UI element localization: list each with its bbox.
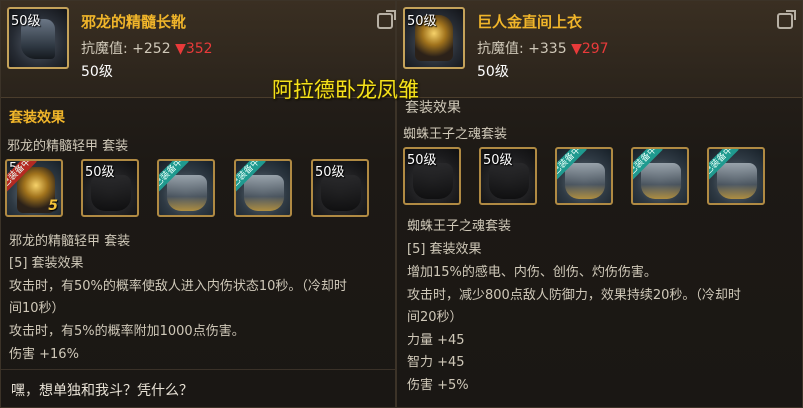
left-set-slot-1[interactable]: 5 已装备中 5 xyxy=(5,159,63,217)
left-item-tooltip: 50级 邪龙的精髓长靴 抗魔值: +252 ▼352 50级 套装效果 邪龙的精… xyxy=(0,0,396,408)
armor-piece-icon xyxy=(717,163,757,199)
left-effect-line-1: [5] 套装效果 xyxy=(9,256,84,271)
right-set-header: 蜘蛛王子之魂套装 xyxy=(403,127,508,142)
left-stat-up: +252 xyxy=(132,41,171,57)
left-stat-down: ▼352 xyxy=(175,41,213,57)
left-effect-line-3: 间10秒） xyxy=(9,301,65,316)
left-stat-label: 抗魔值: xyxy=(81,41,128,57)
left-set-slot-4[interactable]: 已装备中 xyxy=(234,159,292,217)
left-item-icon[interactable]: 50级 xyxy=(7,7,69,69)
right-effect-line-6: 智力 +45 xyxy=(407,355,465,370)
left-effect-line-5: 伤害 +16% xyxy=(9,347,79,362)
armor-piece-icon xyxy=(565,163,605,199)
overlay-player-name: 阿拉德卧龙凤雏 xyxy=(272,78,419,102)
slot-level: 50级 xyxy=(315,165,345,180)
right-effect-line-7: 伤害 +5% xyxy=(407,378,469,393)
armor-piece-icon xyxy=(413,163,453,199)
left-set-header: 邪龙的精髓轻甲 套装 xyxy=(7,139,129,154)
armor-piece-icon xyxy=(91,175,131,211)
right-effect-line-2: 增加15%的感电、内伤、创伤、灼伤伤害。 xyxy=(407,265,657,280)
armor-piece-icon xyxy=(244,175,284,211)
slot-level: 50级 xyxy=(483,153,513,168)
slot-count: 5 xyxy=(48,198,58,214)
right-item-stat: 抗魔值: +335 ▼297 xyxy=(477,38,609,58)
divider xyxy=(1,369,395,370)
left-set-effect-title: 套装效果 xyxy=(9,110,65,126)
right-stat-down: ▼297 xyxy=(571,41,609,57)
armor-piece-icon xyxy=(641,163,681,199)
left-effect-line-2: 攻击时，有50%的概率使敌人进入内伤状态10秒。（冷却时 xyxy=(9,279,347,294)
left-item-stat: 抗魔值: +252 ▼352 xyxy=(81,38,213,58)
left-item-name: 邪龙的精髓长靴 xyxy=(81,13,187,31)
left-set-slot-2[interactable]: 50级 xyxy=(81,159,139,217)
right-item-header: 50级 巨人金直间上衣 抗魔值: +335 ▼297 50级 xyxy=(397,1,802,98)
npc-dialog: 嘿，想单独和我斗？凭什么？ xyxy=(11,383,193,399)
right-set-slot-1[interactable]: 50级 xyxy=(403,147,461,205)
left-set-slot-3[interactable]: 已装备中 xyxy=(157,159,215,217)
right-effect-line-3: 攻击时，减少800点敌人防御力，效果持续20秒。（冷却时 xyxy=(407,288,741,303)
right-set-slot-5[interactable]: 已装备中 xyxy=(707,147,765,205)
left-effect-line-4: 攻击时，有5%的概率附加1000点伤害。 xyxy=(9,324,245,339)
right-effect-line-1: [5] 套装效果 xyxy=(407,242,482,257)
right-item-tooltip: 50级 巨人金直间上衣 抗魔值: +335 ▼297 50级 套装效果 蜘蛛王子… xyxy=(396,0,803,408)
right-set-slot-3[interactable]: 已装备中 xyxy=(555,147,613,205)
armor-piece-icon xyxy=(167,175,207,211)
left-set-slot-5[interactable]: 50级 xyxy=(311,159,369,217)
right-stat-label: 抗魔值: xyxy=(477,41,524,57)
right-item-level: 50级 xyxy=(477,64,509,80)
left-set-name-again: 邪龙的精髓轻甲 套装 xyxy=(9,234,131,249)
right-stat-up: +335 xyxy=(528,41,567,57)
right-effect-line-5: 力量 +45 xyxy=(407,333,465,348)
slot-level: 50级 xyxy=(407,153,437,168)
right-item-icon[interactable]: 50级 xyxy=(403,7,465,69)
share-icon[interactable] xyxy=(377,13,393,29)
right-item-level-badge: 50级 xyxy=(407,14,437,29)
right-set-name-again: 蜘蛛王子之魂套装 xyxy=(407,219,512,234)
left-item-level: 50级 xyxy=(81,64,113,80)
right-set-slot-2[interactable]: 50级 xyxy=(479,147,537,205)
armor-piece-icon xyxy=(321,175,361,211)
right-set-slot-4[interactable]: 已装备中 xyxy=(631,147,689,205)
left-item-level-badge: 50级 xyxy=(11,14,41,29)
right-item-name: 巨人金直间上衣 xyxy=(477,13,583,31)
armor-piece-icon xyxy=(489,163,529,199)
slot-level: 50级 xyxy=(85,165,115,180)
share-icon[interactable] xyxy=(777,13,793,29)
right-effect-line-4: 间20秒） xyxy=(407,310,463,325)
